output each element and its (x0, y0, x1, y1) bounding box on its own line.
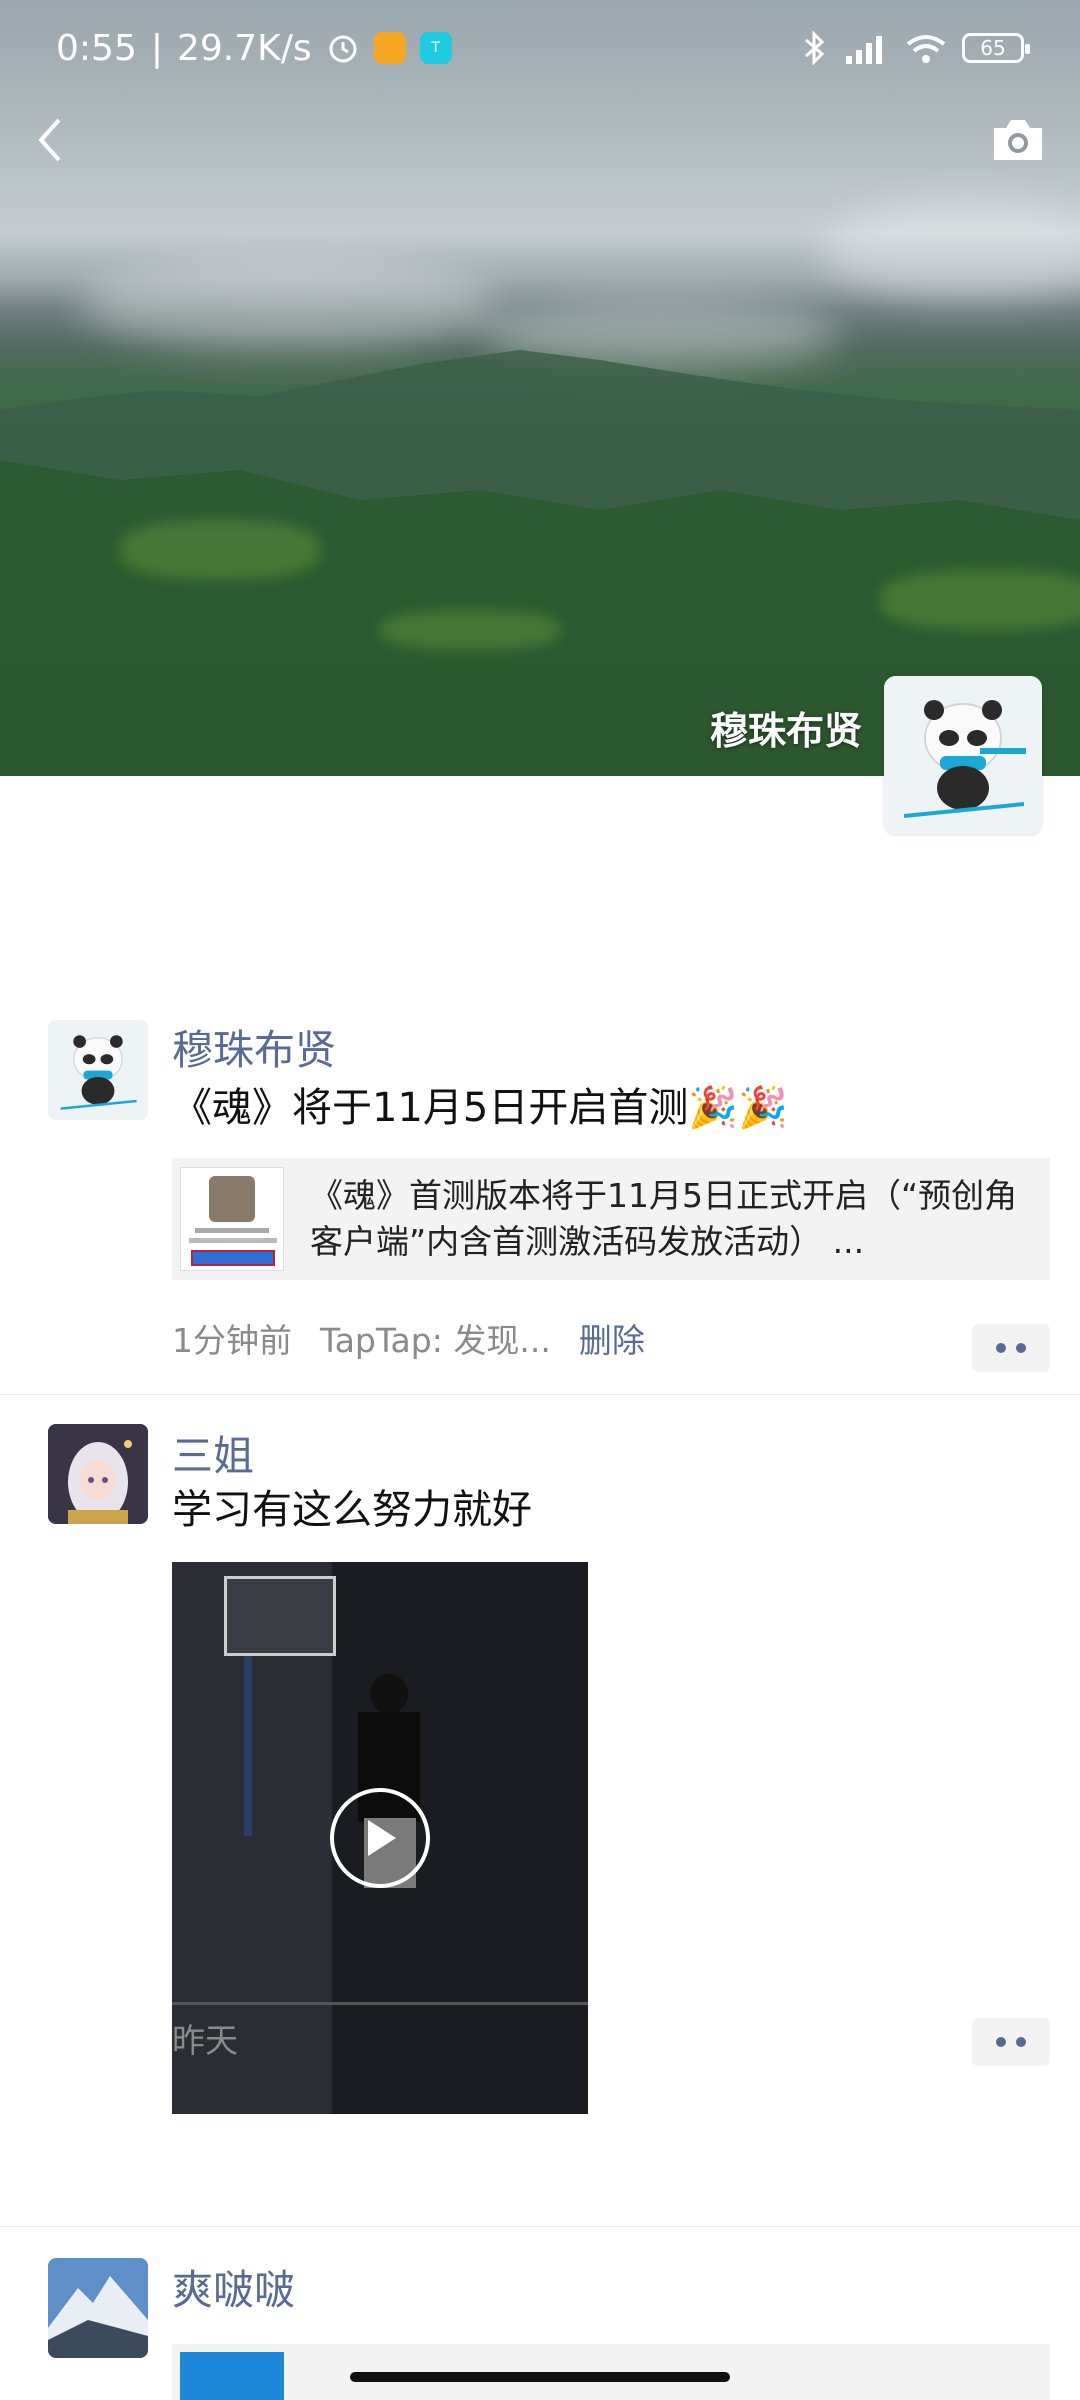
post-source[interactable]: TapTap: 发现... (320, 1318, 551, 1364)
wifi-icon (906, 35, 946, 63)
post-author[interactable]: 三姐 (172, 1428, 254, 1484)
divider (0, 2226, 1080, 2227)
profile-avatar[interactable] (884, 676, 1042, 834)
dot-icon (1016, 1343, 1026, 1353)
post-author[interactable]: 穆珠布贤 (172, 1022, 336, 1078)
dot-icon (996, 2037, 1006, 2047)
avatar[interactable] (48, 1020, 148, 1120)
link-description-line: 客户端”内含首测激活码发放活动） ... (310, 1222, 865, 1261)
dot-icon (1016, 2037, 1026, 2047)
mountain-avatar-icon (48, 2258, 148, 2358)
dot-icon (996, 1343, 1006, 1353)
post-time: 1分钟前 (172, 1321, 292, 1360)
status-separator: | (150, 27, 163, 69)
profile-name[interactable]: 穆珠布贤 (710, 704, 862, 758)
anime-avatar-icon (48, 1424, 148, 1524)
camera-button[interactable] (990, 114, 1046, 166)
post-text: 《魂》将于11月5日开启首测🎉🎉 (172, 1085, 788, 1131)
moment-post: 三姐 学习有这么努力就好 昨天 (0, 1422, 1080, 2226)
delete-button[interactable]: 删除 (579, 1318, 645, 1364)
status-bar: 0:55 | 29.7K/s T 65 (0, 0, 1080, 96)
battery-icon: 65 (962, 33, 1030, 63)
link-description: 《魂》首测版本将于11月5日正式开启（“预创角 客户端”内含首测激活码发放活动）… (310, 1173, 1030, 1265)
panda-avatar-icon (884, 676, 1042, 834)
post-meta: 1分钟前 TapTap: 发现... 删除 (172, 1318, 645, 1364)
post-author[interactable]: 爽啵啵 (172, 2262, 295, 2318)
play-icon (368, 1820, 396, 1856)
signal-hd-icon (846, 36, 882, 64)
more-actions-button[interactable] (972, 1324, 1050, 1372)
alarm-icon (329, 35, 357, 63)
bluetooth-icon (805, 30, 825, 66)
link-description-line: 《魂》首测版本将于11月5日正式开启（“预创角 (310, 1176, 1018, 1215)
back-button[interactable] (22, 108, 78, 172)
link-thumbnail (180, 1167, 284, 1271)
battery-level: 65 (980, 36, 1006, 60)
divider (0, 1394, 1080, 1395)
status-network-speed: 29.7K/s (176, 27, 312, 69)
status-time: 0:55 (56, 27, 137, 69)
chevron-left-icon (38, 118, 61, 162)
home-indicator[interactable] (350, 2372, 730, 2382)
more-actions-button[interactable] (972, 2018, 1050, 2066)
post-text: 学习有这么努力就好 (172, 1487, 532, 1533)
avatar[interactable] (48, 1424, 148, 1524)
link-card[interactable]: 《魂》首测版本将于11月5日正式开启（“预创角 客户端”内含首测激活码发放活动）… (172, 1158, 1050, 1280)
panda-avatar-icon (48, 1020, 148, 1120)
play-button[interactable] (330, 1788, 430, 1888)
taptap-app-icon: T (419, 32, 452, 64)
moment-post: 穆珠布贤 《魂》将于11月5日开启首测🎉🎉 《魂》首测版本将于11月5日正式开启… (0, 1016, 1080, 1394)
message-app-icon (373, 32, 406, 64)
avatar[interactable] (48, 2258, 148, 2358)
post-time: 昨天 (172, 2021, 238, 2060)
cover-photo[interactable] (0, 0, 1080, 776)
camera-icon (994, 120, 1042, 160)
post-meta: 昨天 (172, 2018, 238, 2064)
